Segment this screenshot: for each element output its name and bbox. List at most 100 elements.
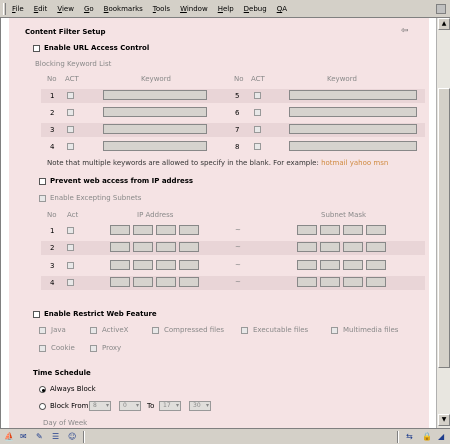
compressed-files-checkbox[interactable]	[152, 327, 159, 334]
always-block-radio[interactable]	[39, 386, 46, 393]
ip-act-checkbox[interactable]	[67, 244, 74, 251]
menu-help[interactable]: Help	[218, 5, 234, 13]
ip-octet-input[interactable]	[179, 277, 199, 287]
mask-octet-input[interactable]	[297, 277, 317, 287]
restrict-web-checkbox[interactable]	[33, 311, 40, 318]
from-minute-select[interactable]: 0	[119, 401, 141, 411]
ip-octet-input[interactable]	[133, 225, 153, 235]
ip-octet-input[interactable]	[110, 242, 130, 252]
menu-qa[interactable]: QA	[277, 5, 287, 13]
menu-file[interactable]: File	[12, 5, 24, 13]
menu-view[interactable]: View	[57, 5, 74, 13]
menu-debug[interactable]: Debug	[244, 5, 267, 13]
col-act-right: ACT	[251, 75, 265, 83]
ip-block-checkbox[interactable]	[39, 178, 46, 185]
ip-octet-input[interactable]	[156, 225, 176, 235]
menu-go[interactable]: Go	[84, 5, 94, 13]
mask-octet-input[interactable]	[343, 277, 363, 287]
activex-checkbox[interactable]	[90, 327, 97, 334]
keyword-input[interactable]	[289, 107, 417, 117]
proxy-checkbox[interactable]	[90, 345, 97, 352]
java-checkbox[interactable]	[39, 327, 46, 334]
executable-files-checkbox[interactable]	[241, 327, 248, 334]
to-hour-select[interactable]: 17	[159, 401, 181, 411]
mask-octet-input[interactable]	[320, 260, 340, 270]
mask-octet-input[interactable]	[320, 225, 340, 235]
keyword-act-checkbox[interactable]	[67, 92, 74, 99]
from-hour-select[interactable]: 8	[89, 401, 111, 411]
block-from-label: Block From	[50, 402, 89, 410]
mask-octet-input[interactable]	[366, 260, 386, 270]
keyword-input[interactable]	[103, 90, 207, 100]
mask-octet-input[interactable]	[320, 277, 340, 287]
address-book-icon[interactable]: ☰	[52, 432, 64, 442]
keyword-act-checkbox[interactable]	[254, 126, 261, 133]
proxy-label: Proxy	[102, 344, 122, 352]
mask-octet-input[interactable]	[343, 242, 363, 252]
keyword-act-checkbox[interactable]	[254, 109, 261, 116]
mask-octet-input[interactable]	[320, 242, 340, 252]
menu-bookmarks[interactable]: Bookmarks	[104, 5, 143, 13]
ip-octet-input[interactable]	[133, 242, 153, 252]
mask-octet-input[interactable]	[297, 260, 317, 270]
keyword-act-checkbox[interactable]	[254, 92, 261, 99]
ip-octet-input[interactable]	[156, 277, 176, 287]
ip-octet-input[interactable]	[133, 260, 153, 270]
ip-octet-input[interactable]	[156, 260, 176, 270]
mail-icon[interactable]: ✉	[20, 432, 32, 442]
ip-octet-input[interactable]	[133, 277, 153, 287]
ip-octet-input[interactable]	[110, 260, 130, 270]
ip-octet-input[interactable]	[179, 260, 199, 270]
ip-octet-input[interactable]	[179, 225, 199, 235]
ip-act-checkbox[interactable]	[67, 279, 74, 286]
ip-octet-input[interactable]	[110, 225, 130, 235]
ip-row-no: 4	[50, 279, 55, 287]
keyword-act-checkbox[interactable]	[254, 143, 261, 150]
col-no: No	[47, 211, 57, 219]
to-minute-select[interactable]: 30	[189, 401, 211, 411]
mask-octet-input[interactable]	[366, 225, 386, 235]
mask-octet-input[interactable]	[366, 277, 386, 287]
except-subnets-checkbox[interactable]	[39, 195, 46, 202]
mask-octet-input[interactable]	[343, 225, 363, 235]
scroll-up-icon[interactable]: ▲	[438, 18, 450, 30]
mask-octet-input[interactable]	[343, 260, 363, 270]
col-no-right: No	[234, 75, 244, 83]
security-lock-icon[interactable]: 🔒	[422, 432, 434, 442]
keyword-row-no: 1	[50, 92, 55, 100]
ip-octet-input[interactable]	[110, 277, 130, 287]
mask-octet-input[interactable]	[297, 225, 317, 235]
mask-octet-input[interactable]	[366, 242, 386, 252]
ip-act-checkbox[interactable]	[67, 227, 74, 234]
keyword-input[interactable]	[103, 141, 207, 151]
menu-edit[interactable]: Edit	[34, 5, 48, 13]
back-arrow-icon[interactable]: ⇦	[401, 26, 409, 36]
ip-octet-input[interactable]	[156, 242, 176, 252]
menu-window[interactable]: Window	[180, 5, 208, 13]
navigator-icon[interactable]: ⛵	[4, 432, 16, 442]
ip-octet-input[interactable]	[179, 242, 199, 252]
composer-icon[interactable]: ✎	[36, 432, 48, 442]
window-control-icon[interactable]	[436, 4, 446, 14]
chat-icon[interactable]: ☺	[68, 432, 80, 442]
multimedia-files-checkbox[interactable]	[331, 327, 338, 334]
keyword-input[interactable]	[289, 90, 417, 100]
keyword-input[interactable]	[103, 124, 207, 134]
vertical-scrollbar[interactable]: ▲ ▼	[436, 18, 450, 428]
keyword-act-checkbox[interactable]	[67, 109, 74, 116]
scroll-down-icon[interactable]: ▼	[438, 414, 450, 426]
keyword-input[interactable]	[103, 107, 207, 117]
keyword-input[interactable]	[289, 141, 417, 151]
keyword-note: Note that multiple keywords are allowed …	[47, 159, 388, 167]
cookie-checkbox[interactable]	[39, 345, 46, 352]
mask-octet-input[interactable]	[297, 242, 317, 252]
keyword-act-checkbox[interactable]	[67, 143, 74, 150]
menu-tools[interactable]: Tools	[153, 5, 170, 13]
keyword-input[interactable]	[289, 124, 417, 134]
block-from-radio[interactable]	[39, 403, 46, 410]
scroll-thumb[interactable]	[438, 88, 450, 368]
ip-act-checkbox[interactable]	[67, 262, 74, 269]
keyword-row-no: 8	[235, 143, 240, 151]
url-access-checkbox[interactable]	[33, 45, 40, 52]
keyword-act-checkbox[interactable]	[67, 126, 74, 133]
